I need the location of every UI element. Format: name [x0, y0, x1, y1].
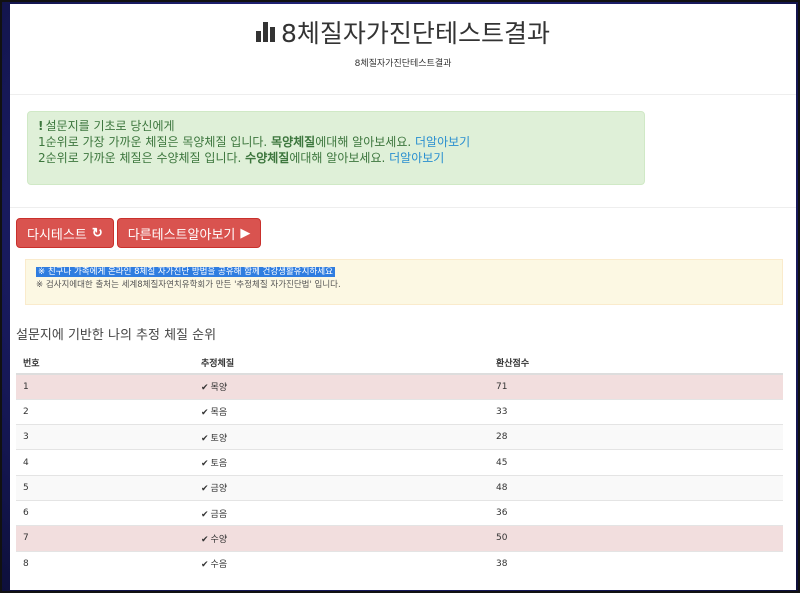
play-icon: ▶: [240, 225, 251, 240]
page-title: 8체질자가진단테스트결과: [256, 14, 550, 50]
table-row: 8 ✔ 수음 38: [16, 550, 783, 577]
exclamation-icon: !: [38, 119, 44, 133]
share-notice: ※ 친구나 가족에게 온라인 8체질 자가진단 방법을 공유해 함께 건강생활유…: [36, 267, 335, 277]
table-row: 2 ✔ 목음 33: [16, 398, 783, 425]
table-row: 6 ✔ 금음 36: [16, 499, 783, 526]
check-icon: ✔: [201, 433, 209, 444]
result-line-1: 1순위로 가장 가까운 체질은 목양체질 입니다. 목양체질에대해 알아보세요.…: [38, 135, 471, 149]
page-title-text: 8체질자가진단테스트결과: [281, 19, 550, 48]
ranking-title: 설문지에 기반한 나의 추정 체질 순위: [16, 328, 217, 343]
retest-button[interactable]: 다시테스트 ↻: [16, 218, 114, 248]
column-header-type: 추정체질: [194, 351, 489, 375]
other-tests-button[interactable]: 다른테스트알아보기 ▶: [116, 218, 262, 248]
column-header-score: 환산점수: [489, 351, 783, 375]
result-intro: ! 설문지를 기초로 당신에게: [38, 119, 175, 133]
header: 8체질자가진단테스트결과 8체질자가진단테스트결과: [10, 4, 796, 94]
check-icon: ✔: [201, 560, 209, 571]
refresh-icon: ↻: [91, 225, 103, 240]
ranking-table: 번호 추정체질 환산점수 1 ✔ 목양 71 2 ✔ 목음 33 3 ✔ 토양 28: [16, 351, 783, 577]
table-row: 1 ✔ 목양 71: [16, 373, 783, 400]
bar-chart-icon: [256, 22, 276, 42]
result-line-2: 2순위로 가까운 체질은 수양체질 입니다. 수양체질에대해 알아보세요. 더알…: [38, 151, 445, 165]
table-row: 7 ✔ 수양 50: [16, 525, 783, 552]
check-icon: ✔: [201, 534, 209, 545]
button-row: 다시테스트 ↻ 다른테스트알아보기 ▶: [16, 218, 796, 248]
check-icon: ✔: [201, 408, 209, 419]
page-subtitle: 8체질자가진단테스트결과: [354, 59, 452, 69]
learn-more-link-1[interactable]: 더알아보기: [415, 135, 470, 149]
check-icon: ✔: [201, 509, 209, 520]
divider: [10, 94, 796, 95]
page: 8체질자가진단테스트결과 8체질자가진단테스트결과 ! 설문지를 기초로 당신에게…: [10, 4, 796, 590]
learn-more-link-2[interactable]: 더알아보기: [389, 151, 444, 165]
source-notice: ※ 검사지에대한 출처는 세계8체질자연치유학회가 만든 '추정체질 자가진단법…: [36, 280, 341, 290]
check-icon: ✔: [201, 383, 209, 394]
result-type-1: 목양체질: [271, 135, 316, 149]
table-row: 5 ✔ 금양 48: [16, 474, 783, 501]
result-type-2: 수양체질: [245, 151, 290, 165]
table-row: 4 ✔ 토음 45: [16, 449, 783, 476]
column-header-number: 번호: [16, 351, 194, 375]
check-icon: ✔: [201, 459, 209, 470]
notice-box: ※ 친구나 가족에게 온라인 8체질 자가진단 방법을 공유해 함께 건강생활유…: [25, 259, 783, 305]
table-row: 3 ✔ 토양 28: [16, 424, 783, 450]
result-alert: ! 설문지를 기초로 당신에게 1순위로 가장 가까운 체질은 목양체질 입니다.…: [27, 111, 645, 185]
divider: [10, 207, 796, 208]
check-icon: ✔: [201, 484, 209, 495]
